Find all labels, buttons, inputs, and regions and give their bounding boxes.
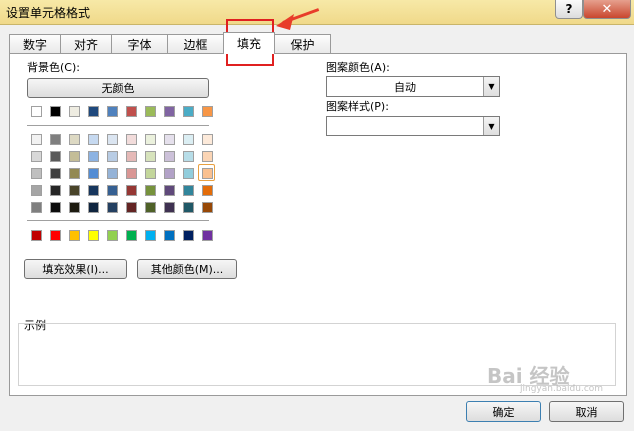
color-swatch[interactable] (69, 151, 80, 162)
color-swatch[interactable] (31, 202, 42, 213)
standard-color-swatch[interactable] (183, 230, 194, 241)
color-swatch[interactable] (164, 106, 175, 117)
color-swatch[interactable] (31, 106, 42, 117)
watermark-subtext: jingyan.baidu.com (520, 384, 604, 394)
color-swatch[interactable] (202, 134, 213, 145)
color-swatch[interactable] (145, 151, 156, 162)
color-swatch[interactable] (50, 134, 61, 145)
color-swatch[interactable] (50, 151, 61, 162)
color-swatch[interactable] (107, 151, 118, 162)
standard-color-swatch[interactable] (202, 230, 213, 241)
color-swatch[interactable] (202, 106, 213, 117)
color-swatch[interactable] (107, 134, 118, 145)
color-swatch[interactable] (31, 185, 42, 196)
color-swatch[interactable] (107, 202, 118, 213)
color-swatch[interactable] (107, 106, 118, 117)
color-swatch[interactable] (145, 134, 156, 145)
color-swatch[interactable] (183, 185, 194, 196)
color-swatch[interactable] (202, 151, 213, 162)
color-swatch[interactable] (183, 202, 194, 213)
color-swatch[interactable] (31, 168, 42, 179)
color-swatch[interactable] (88, 151, 99, 162)
standard-color-swatch[interactable] (31, 230, 42, 241)
arrow-head-icon (276, 14, 294, 30)
standard-color-swatch[interactable] (88, 230, 99, 241)
color-swatch[interactable] (183, 168, 194, 179)
window-title: 设置单元格格式 (6, 6, 91, 20)
color-swatch[interactable] (183, 134, 194, 145)
tab-protection[interactable]: 保护 (274, 34, 331, 53)
color-swatch[interactable] (69, 168, 80, 179)
pattern-color-value: 自动 (394, 81, 416, 94)
color-swatch[interactable] (31, 151, 42, 162)
color-swatch[interactable] (183, 106, 194, 117)
pattern-color-dropdown[interactable]: 自动 ▼ (326, 76, 500, 97)
color-swatch[interactable] (126, 185, 137, 196)
color-swatch[interactable] (88, 185, 99, 196)
color-swatch[interactable] (50, 185, 61, 196)
color-swatch[interactable] (50, 106, 61, 117)
color-swatch[interactable] (126, 134, 137, 145)
standard-color-swatch[interactable] (126, 230, 137, 241)
color-swatch[interactable] (31, 134, 42, 145)
chevron-down-icon[interactable]: ▼ (483, 117, 499, 135)
chevron-down-icon[interactable]: ▼ (483, 77, 499, 96)
standard-color-swatch[interactable] (164, 230, 175, 241)
help-button[interactable]: ? (555, 0, 583, 19)
color-swatch[interactable] (88, 202, 99, 213)
color-swatch[interactable] (50, 168, 61, 179)
color-swatch[interactable] (202, 202, 213, 213)
tab-fill[interactable]: 填充 (223, 32, 275, 54)
color-swatch[interactable] (145, 185, 156, 196)
color-swatch[interactable] (164, 202, 175, 213)
tab-number[interactable]: 数字 (9, 34, 61, 53)
tab-border[interactable]: 边框 (167, 34, 224, 53)
swatch-hover-ring (198, 164, 215, 181)
color-swatch[interactable] (50, 202, 61, 213)
pattern-style-dropdown[interactable]: ▼ (326, 116, 500, 136)
tab-font[interactable]: 字体 (111, 34, 168, 53)
color-swatch[interactable] (69, 134, 80, 145)
no-color-button[interactable]: 无颜色 (27, 78, 209, 98)
standard-color-swatch[interactable] (50, 230, 61, 241)
color-swatch[interactable] (145, 106, 156, 117)
color-swatch[interactable] (88, 106, 99, 117)
color-swatch[interactable] (145, 168, 156, 179)
standard-color-swatch[interactable] (145, 230, 156, 241)
color-swatch[interactable] (126, 202, 137, 213)
fill-effects-button[interactable]: 填充效果(I)... (24, 259, 127, 279)
tab-alignment[interactable]: 对齐 (60, 34, 112, 53)
color-swatch[interactable] (164, 185, 175, 196)
color-swatch[interactable] (126, 168, 137, 179)
color-swatch[interactable] (126, 106, 137, 117)
pattern-color-label: 图案颜色(A): (326, 61, 390, 74)
color-swatch[interactable] (69, 202, 80, 213)
standard-color-swatch[interactable] (69, 230, 80, 241)
palette-separator (27, 220, 209, 221)
color-swatch[interactable] (145, 202, 156, 213)
ok-button[interactable]: 确定 (466, 401, 541, 422)
color-swatch[interactable] (88, 168, 99, 179)
pattern-style-label: 图案样式(P): (326, 100, 389, 113)
color-swatch[interactable] (69, 106, 80, 117)
color-swatch[interactable] (164, 134, 175, 145)
cancel-button[interactable]: 取消 (549, 401, 624, 422)
color-swatch[interactable] (107, 168, 118, 179)
color-swatch[interactable] (164, 151, 175, 162)
color-swatch[interactable] (126, 151, 137, 162)
more-colors-button[interactable]: 其他颜色(M)... (137, 259, 237, 279)
background-color-label: 背景色(C): (27, 61, 80, 74)
title-bar (0, 0, 634, 25)
standard-color-swatch[interactable] (107, 230, 118, 241)
color-swatch[interactable] (69, 185, 80, 196)
color-swatch[interactable] (107, 185, 118, 196)
color-swatch[interactable] (88, 134, 99, 145)
close-button[interactable]: ✕ (583, 0, 631, 19)
palette-separator (27, 125, 209, 126)
color-swatch[interactable] (164, 168, 175, 179)
color-swatch[interactable] (202, 185, 213, 196)
color-swatch[interactable] (183, 151, 194, 162)
